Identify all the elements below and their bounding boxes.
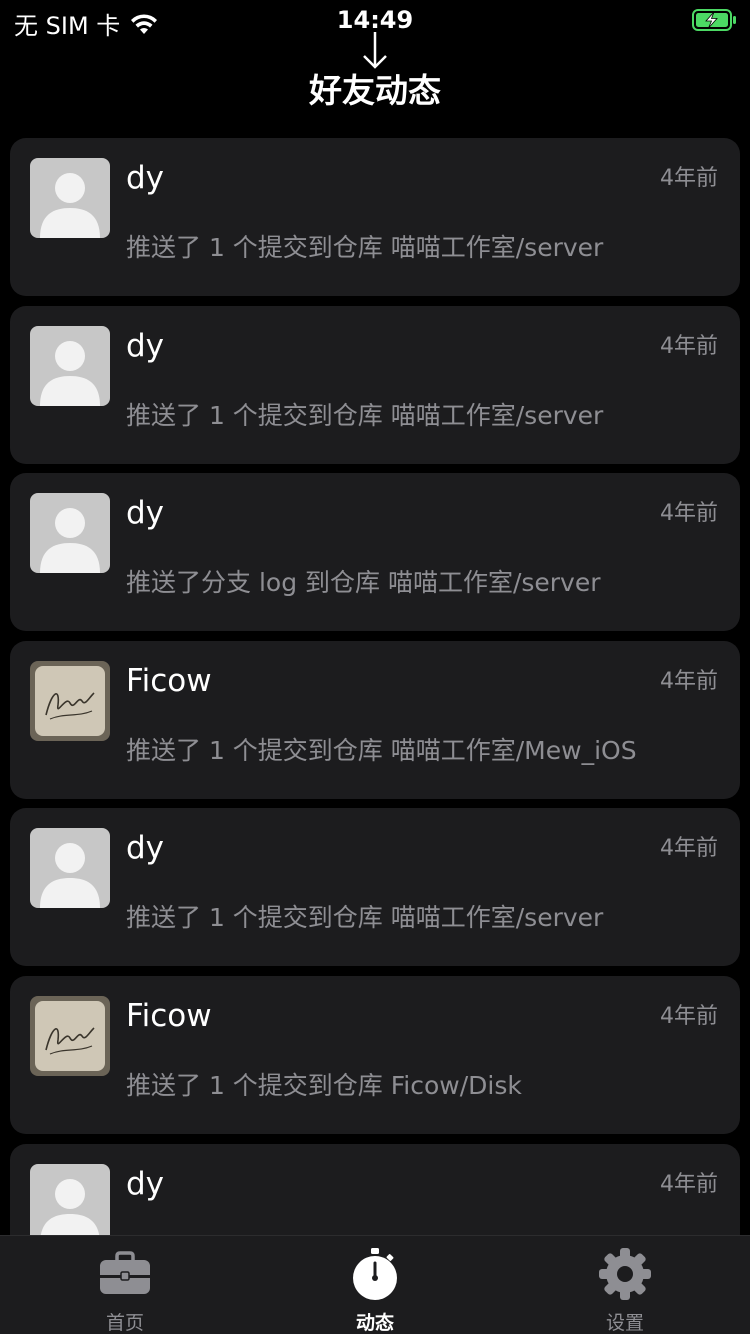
username: Ficow [126,663,212,699]
activity-feed[interactable]: dy 4年前 推送了 1 个提交到仓库 喵喵工作室/server dy 4年前 … [0,138,750,1235]
username: dy [126,495,165,531]
timestamp: 4年前 [660,334,718,359]
feed-item[interactable]: dy 4年前 推送了 1 个提交到仓库 喵喵工作室/server [10,808,740,966]
activity-description: 推送了 1 个提交到仓库 喵喵工作室/Mew_iOS [126,736,637,765]
feed-item[interactable]: dy 4年前 推送了分支 log 到仓库 喵喵工作室/server [10,473,740,631]
timestamp: 4年前 [660,669,718,694]
tab-activity-label: 动态 [355,1312,394,1334]
activity-description: 推送了 1 个提交到仓库 喵喵工作室/server [126,233,604,262]
feed-item[interactable]: Ficow 4年前 推送了 1 个提交到仓库 Ficow/Disk [10,976,740,1134]
default-avatar-icon [30,828,110,908]
activity-description: 推送了 1 个提交到仓库 Ficow/Disk [126,1071,522,1100]
signature-avatar-icon [30,661,110,741]
username: dy [126,328,165,364]
feed-item[interactable]: dy 4年前 推送了 1 个提交到仓库 喵喵工作室/server [10,138,740,296]
username: dy [126,830,165,866]
signature-avatar-icon [30,996,110,1076]
default-avatar-icon [30,158,110,238]
avatar[interactable] [30,158,110,238]
username: dy [126,1166,165,1202]
avatar[interactable] [30,1164,110,1235]
timestamp: 4年前 [660,836,718,861]
battery-charging-icon [692,9,736,31]
timestamp: 4年前 [660,1004,718,1029]
timestamp: 4年前 [660,166,718,191]
timestamp: 4年前 [660,1172,718,1197]
tab-bar: 首页 动态 设置 [0,1235,750,1334]
username: Ficow [126,998,212,1034]
gear-icon [599,1248,651,1300]
avatar[interactable] [30,996,110,1076]
tab-activity[interactable]: 动态 [250,1236,500,1334]
activity-description: 推送了 1 个提交到仓库 喵喵工作室/server [126,401,604,430]
default-avatar-icon [30,1164,110,1235]
default-avatar-icon [30,326,110,406]
username: dy [126,160,165,196]
avatar[interactable] [30,493,110,573]
tab-home[interactable]: 首页 [0,1236,250,1334]
feed-item[interactable]: dy 4年前 [10,1144,740,1235]
feed-item[interactable]: dy 4年前 推送了 1 个提交到仓库 喵喵工作室/server [10,306,740,464]
avatar[interactable] [30,828,110,908]
avatar[interactable] [30,326,110,406]
activity-description: 推送了 1 个提交到仓库 喵喵工作室/server [126,903,604,932]
tab-home-label: 首页 [105,1312,144,1334]
feed-item[interactable]: Ficow 4年前 推送了 1 个提交到仓库 喵喵工作室/Mew_iOS [10,641,740,799]
page-title: 好友动态 [309,71,441,110]
timestamp: 4年前 [660,501,718,526]
activity-description: 推送了分支 log 到仓库 喵喵工作室/server [126,568,601,597]
avatar[interactable] [30,661,110,741]
tab-settings-label: 设置 [605,1312,644,1334]
screen: 无 SIM 卡 14:49 好友动态 dy 4年前 推送了 1 个提交到仓库 喵… [0,0,750,1334]
tab-settings[interactable]: 设置 [500,1236,750,1334]
stopwatch-icon [353,1248,397,1300]
briefcase-icon [100,1251,150,1294]
default-avatar-icon [30,493,110,573]
